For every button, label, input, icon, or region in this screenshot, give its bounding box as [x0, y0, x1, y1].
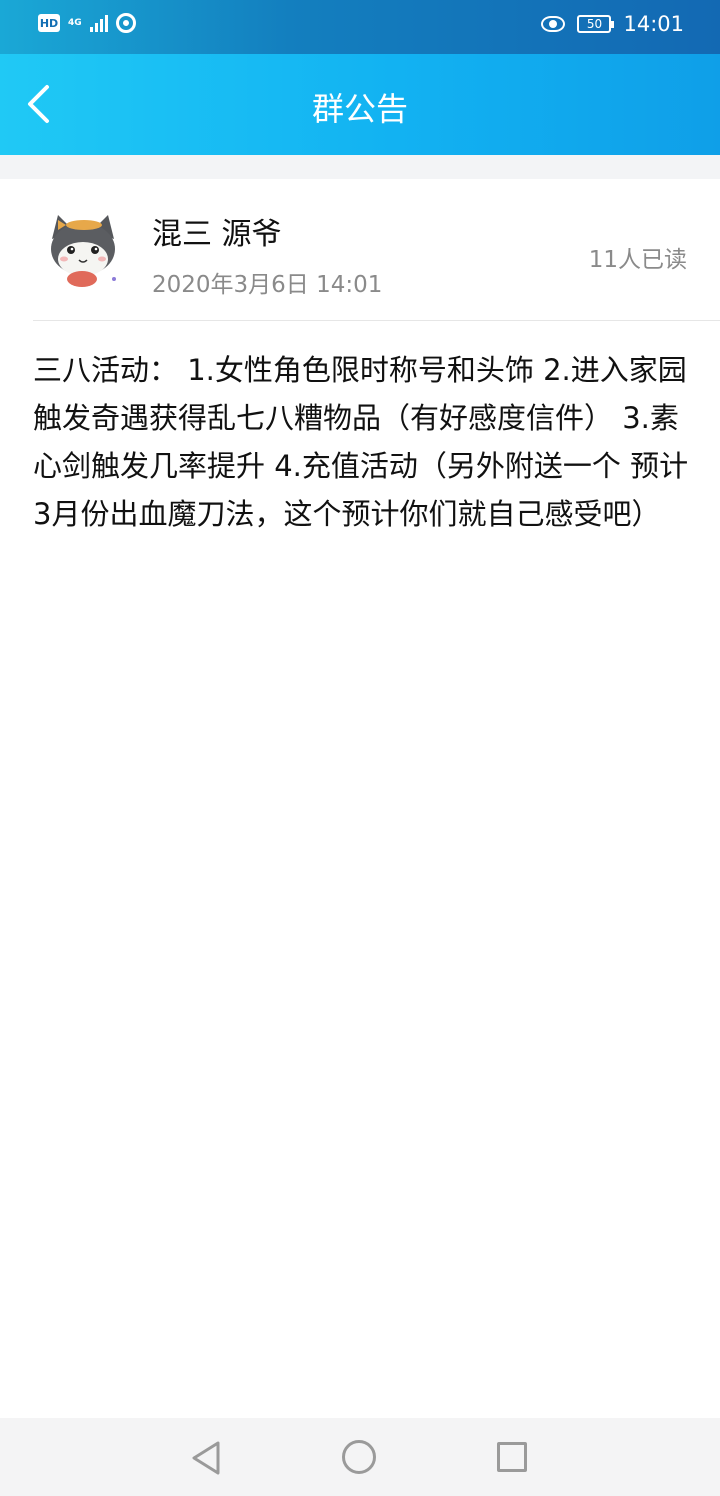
- network-type: 4G: [68, 17, 82, 28]
- announcement-content: 三八活动： 1.女性角色限时称号和头饰 2.进入家园触发奇遇获得乱七八糟物品（有…: [33, 353, 689, 531]
- author-name: 混三 源爷: [152, 217, 282, 252]
- signal-icon: [89, 14, 108, 32]
- eye-comfort-icon: [541, 16, 566, 32]
- avatar[interactable]: [44, 209, 122, 289]
- read-count[interactable]: 11人已读: [589, 240, 687, 274]
- status-time: 14:01: [623, 12, 684, 36]
- post-date: 2020年3月6日 14:01: [152, 272, 383, 298]
- page-title: 群公告: [311, 90, 408, 128]
- section-gap: [0, 155, 720, 179]
- battery-icon: 50: [577, 15, 615, 33]
- system-back-button[interactable]: [190, 1440, 222, 1480]
- triangle-back-icon: [192, 1441, 220, 1475]
- nav-bar: 群公告: [0, 54, 720, 155]
- hd-badge: HD: [38, 14, 60, 32]
- network-label: 4G: [68, 17, 82, 28]
- circle-home-icon[interactable]: [342, 1440, 376, 1474]
- status-left: HD 4G: [38, 13, 136, 33]
- app-notification-icon: [115, 13, 136, 33]
- square-recents-icon[interactable]: [497, 1442, 527, 1472]
- cat-avatar-icon: [51, 215, 116, 287]
- status-bar: HD 4G 50 14:01: [0, 0, 720, 54]
- status-right: 50 14:01: [541, 12, 684, 36]
- divider: [33, 320, 720, 321]
- system-nav-bar: [0, 1418, 720, 1496]
